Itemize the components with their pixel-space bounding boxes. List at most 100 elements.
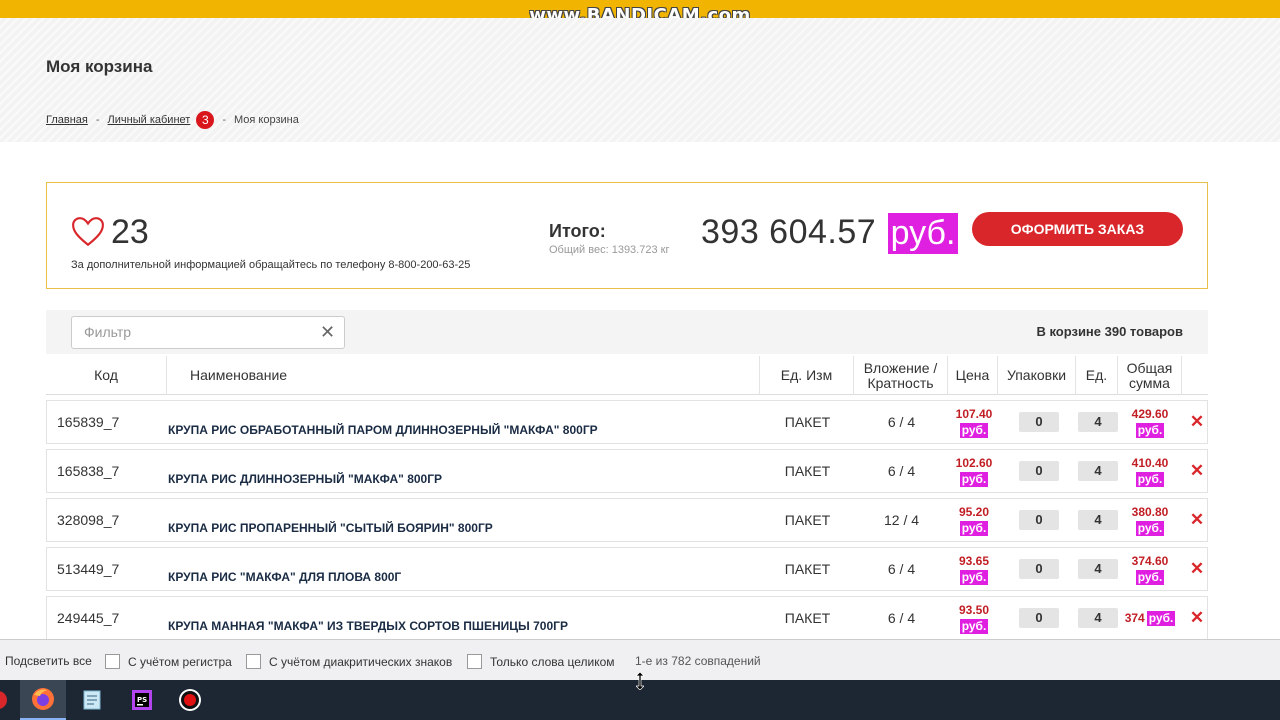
packages-input[interactable]: 0 (1019, 461, 1059, 481)
svg-text:PS: PS (137, 696, 147, 704)
whole-words-checkbox[interactable] (467, 654, 482, 669)
delete-icon[interactable]: ✕ (1189, 450, 1205, 492)
total-amount: 393 604.57 (701, 213, 877, 251)
packages-input[interactable]: 0 (1019, 510, 1059, 530)
whole-words-option[interactable]: Только слова целиком (467, 654, 615, 669)
page-title: Моя корзина (46, 57, 153, 76)
units-field-wrap: 4 (1078, 450, 1118, 492)
packages-input[interactable]: 0 (1019, 412, 1059, 432)
row-code: 165839_7 (57, 414, 120, 430)
breadcrumb-current: Моя корзина (233, 114, 299, 126)
heart-icon[interactable] (71, 215, 105, 249)
packages-input[interactable]: 0 (1019, 559, 1059, 579)
breadcrumb-separator: - (222, 114, 226, 126)
table-row: 513449_7 КРУПА РИС "МАКФА" ДЛЯ ПЛОВА 800… (46, 547, 1208, 591)
highlight-all-label: Подсветить все (5, 654, 92, 668)
delete-icon[interactable]: ✕ (1189, 401, 1205, 443)
contact-info: За дополнительной информацией обращайтес… (71, 259, 471, 271)
units-input[interactable]: 4 (1078, 461, 1118, 481)
breadcrumb-cabinet-link[interactable]: Личный кабинет (108, 114, 191, 126)
row-name[interactable]: КРУПА РИС ОБРАБОТАННЫЙ ПАРОМ ДЛИННОЗЕРНЫ… (168, 409, 598, 451)
app-red-icon (0, 691, 7, 709)
match-case-checkbox[interactable] (105, 654, 120, 669)
row-total: 374 руб. (1124, 597, 1176, 639)
cart-item-count: В корзине 390 товаров (1036, 324, 1183, 339)
total-value: 374.60 (1131, 553, 1169, 568)
units-input[interactable]: 4 (1078, 412, 1118, 432)
row-price: 93.65 руб. (949, 548, 999, 590)
units-input[interactable]: 4 (1078, 608, 1118, 628)
bandicam-record-icon[interactable] (167, 680, 213, 720)
table-row: 165838_7 КРУПА РИС ДЛИННОЗЕРНЫЙ "МАКФА" … (46, 449, 1208, 493)
row-code: 513449_7 (57, 561, 120, 577)
total-value: 380.80 (1131, 504, 1169, 519)
delete-icon[interactable]: ✕ (1189, 548, 1205, 590)
row-unit: ПАКЕТ (784, 610, 831, 626)
column-pack[interactable]: Вложение /Кратность (854, 356, 948, 395)
total-currency: руб. (888, 213, 958, 254)
phpstorm-icon[interactable]: PS (119, 680, 165, 720)
total-value: 429.60 (1131, 406, 1169, 421)
total-value: 374 (1124, 611, 1145, 625)
row-price: 95.20 руб. (949, 499, 999, 541)
units-input[interactable]: 4 (1078, 559, 1118, 579)
row-unit: ПАКЕТ (784, 463, 831, 479)
notepad-glyph (83, 690, 101, 710)
highlight-all-toggle[interactable]: Подсветить все (5, 654, 92, 668)
column-price[interactable]: Цена (948, 356, 998, 395)
price-currency: руб. (959, 422, 989, 438)
packages-input[interactable]: 0 (1019, 608, 1059, 628)
price-value: 107.40 (955, 406, 993, 421)
column-units[interactable]: Ед. (1076, 356, 1118, 395)
delete-icon[interactable]: ✕ (1189, 499, 1205, 541)
cabinet-badge: 3 (196, 111, 215, 129)
row-code: 328098_7 (57, 512, 120, 528)
row-name[interactable]: КРУПА РИС "МАКФА" ДЛЯ ПЛОВА 800Г (168, 556, 401, 598)
column-name[interactable]: Наименование (167, 356, 760, 395)
match-diacritics-checkbox[interactable] (246, 654, 261, 669)
clear-filter-icon[interactable]: ✕ (320, 322, 335, 343)
resize-cursor-icon (636, 672, 644, 690)
packages-field-wrap: 0 (1019, 401, 1059, 443)
column-unit[interactable]: Ед. Изм (760, 356, 854, 395)
row-pack: 12 / 4 (883, 512, 920, 528)
row-name[interactable]: КРУПА РИС ДЛИННОЗЕРНЫЙ "МАКФА" 800ГР (168, 458, 442, 500)
taskbar-partial-icon[interactable] (0, 680, 10, 720)
row-unit: ПАКЕТ (784, 414, 831, 430)
units-input[interactable]: 4 (1078, 510, 1118, 530)
column-packages[interactable]: Упаковки (998, 356, 1076, 395)
filter-input[interactable]: Фильтр (71, 316, 345, 349)
total-value: 410.40 (1131, 455, 1169, 470)
units-field-wrap: 4 (1078, 499, 1118, 541)
whole-words-label: Только слова целиком (490, 654, 615, 669)
row-name[interactable]: КРУПА МАННАЯ "МАКФА" ИЗ ТВЕРДЫХ СОРТОВ П… (168, 605, 568, 639)
row-total: 410.40 руб. (1125, 450, 1175, 492)
price-currency: руб. (959, 618, 989, 634)
price-currency: руб. (959, 520, 989, 536)
column-code[interactable]: Код (46, 356, 167, 395)
match-diacritics-option[interactable]: С учётом диакритических знаков (246, 654, 452, 669)
notepad-icon[interactable] (69, 680, 115, 720)
match-case-option[interactable]: С учётом регистра (105, 654, 232, 669)
row-unit: ПАКЕТ (784, 512, 831, 528)
firefox-glyph (32, 688, 54, 710)
row-pack: 6 / 4 (887, 463, 916, 479)
row-pack: 6 / 4 (887, 561, 916, 577)
price-value: 93.65 (958, 553, 990, 568)
column-total[interactable]: Общая сумма (1118, 356, 1182, 395)
firefox-icon[interactable] (20, 680, 66, 720)
breadcrumb-home-link[interactable]: Главная (46, 114, 88, 126)
table-row: 249445_7 КРУПА МАННАЯ "МАКФА" ИЗ ТВЕРДЫХ… (46, 596, 1208, 639)
total-currency: руб. (1135, 520, 1165, 536)
units-field-wrap: 4 (1078, 597, 1118, 639)
breadcrumb: Главная - Личный кабинет 3 - Моя корзина (46, 110, 299, 130)
row-unit: ПАКЕТ (784, 561, 831, 577)
delete-icon[interactable]: ✕ (1189, 597, 1205, 639)
price-value: 93.50 (958, 602, 990, 617)
filter-bar: Фильтр ✕ В корзине 390 товаров (46, 310, 1208, 354)
checkout-button[interactable]: ОФОРМИТЬ ЗАКАЗ (972, 212, 1183, 246)
units-field-wrap: 4 (1078, 401, 1118, 443)
table-header: Код Наименование Ед. Изм Вложение /Кратн… (46, 356, 1208, 395)
row-name[interactable]: КРУПА РИС ПРОПАРЕННЫЙ "СЫТЫЙ БОЯРИН" 800… (168, 507, 493, 549)
row-code: 249445_7 (57, 610, 120, 626)
